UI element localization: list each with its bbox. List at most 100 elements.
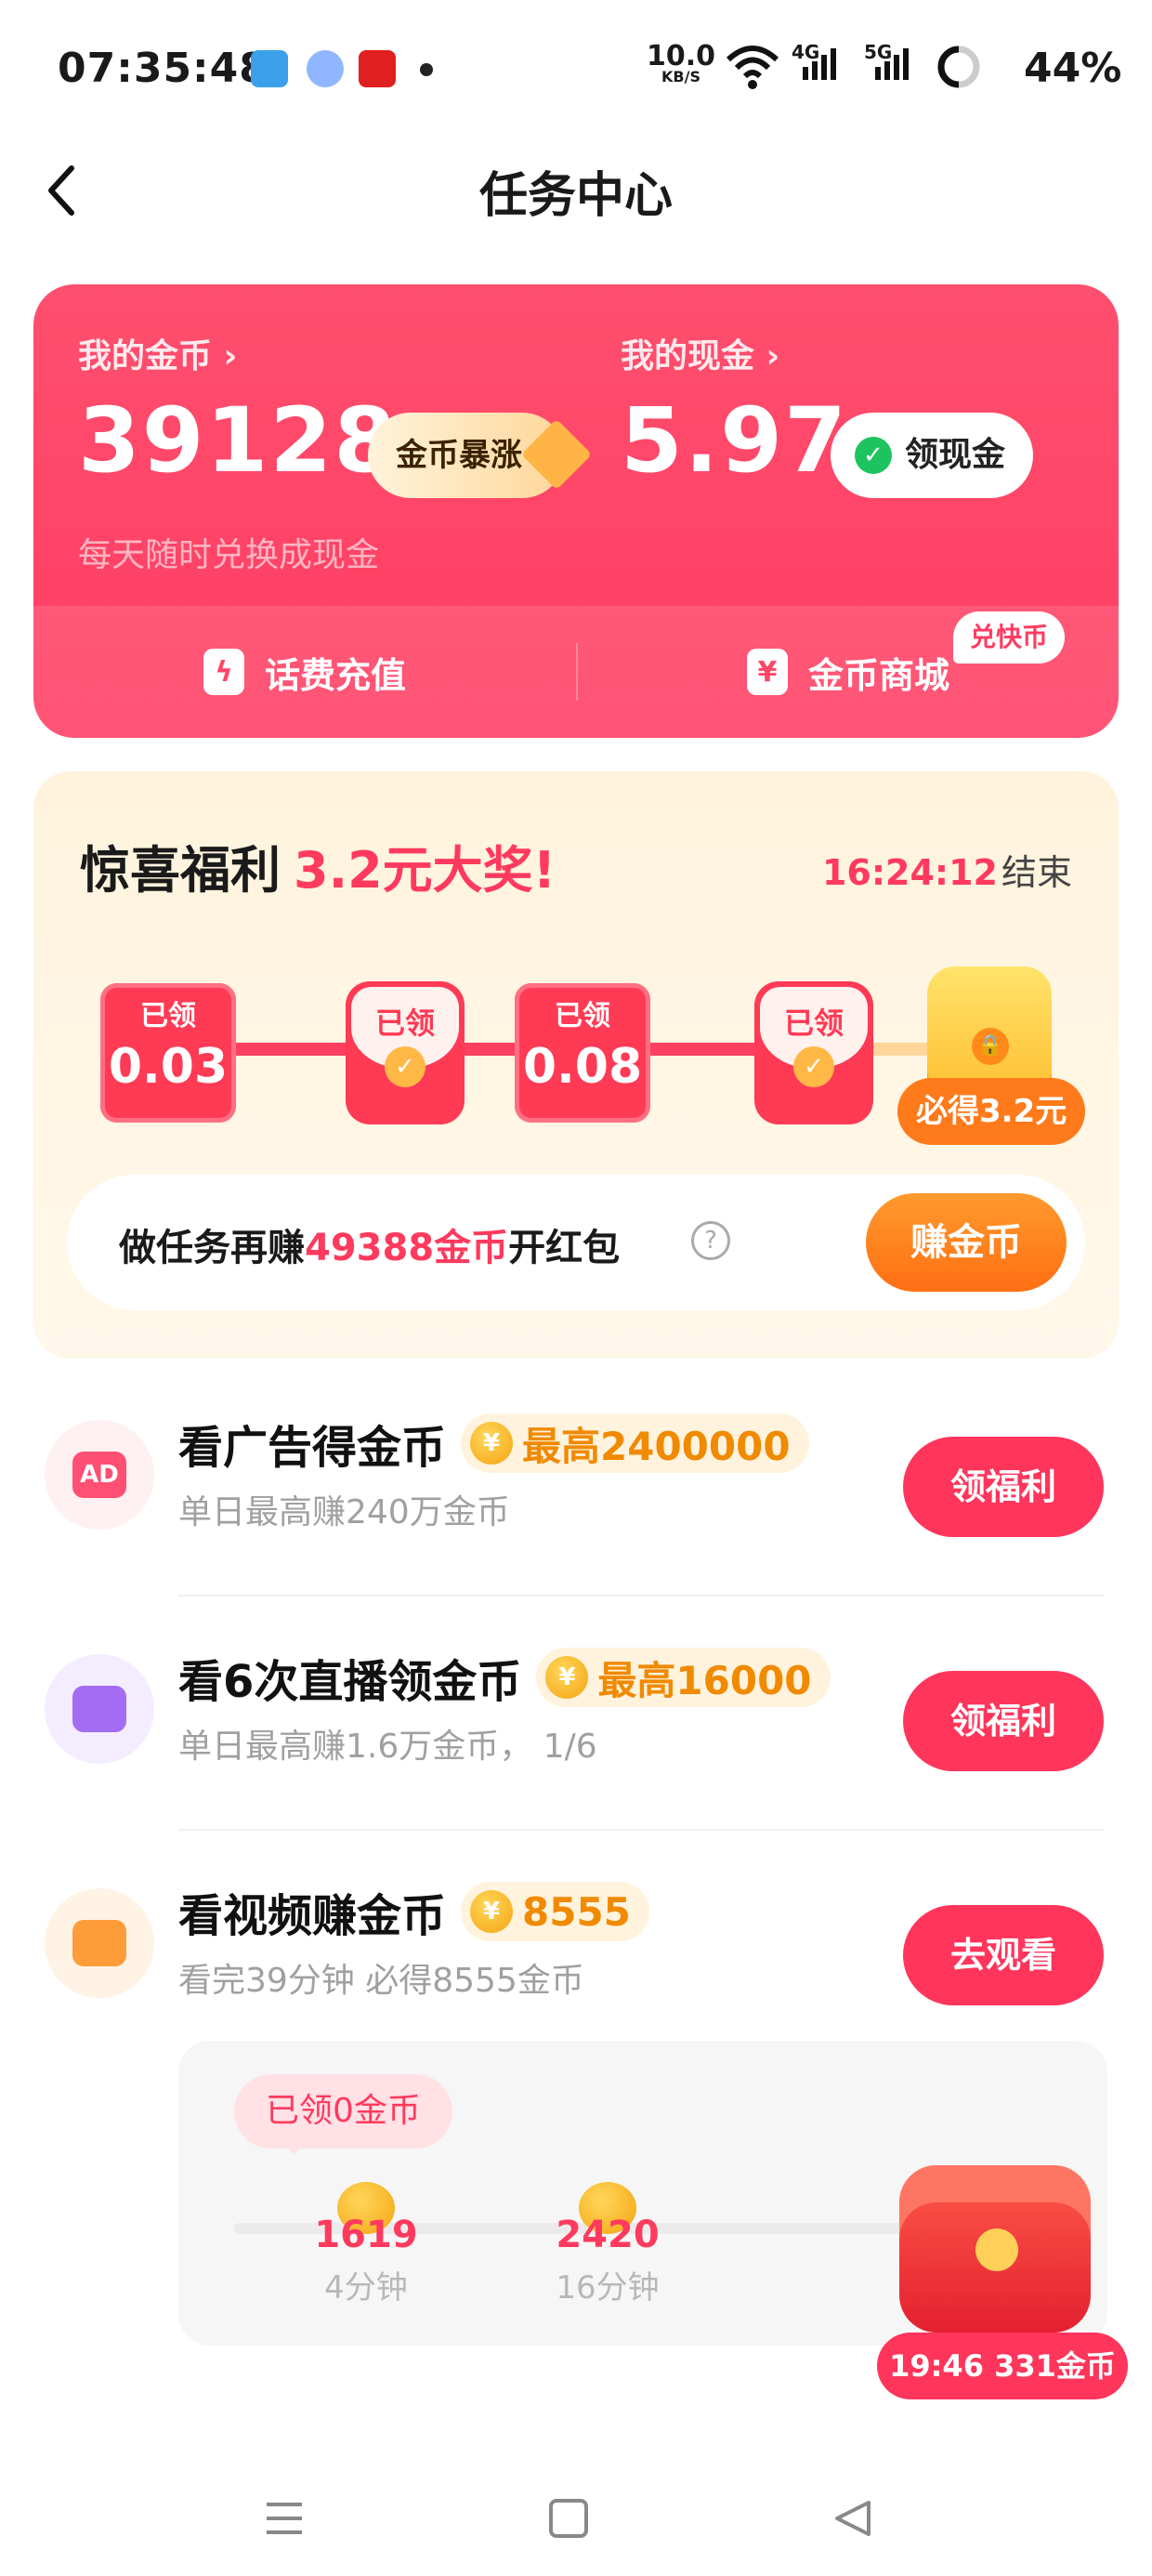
- my-coins-value: 39128: [78, 388, 398, 493]
- ad-icon: AD: [45, 1420, 154, 1530]
- coin-surge-label: 金币暴涨: [396, 437, 522, 474]
- task-title: 看广告得金币 ¥ 最高2400000: [178, 1411, 809, 1476]
- live-camera-icon: [45, 1654, 154, 1764]
- milestone-coins: 2420: [556, 2214, 660, 2256]
- task-title: 看视频赚金币 ¥ 8555: [178, 1879, 649, 1944]
- coin-surge-button[interactable]: 金币暴涨: [368, 413, 593, 498]
- red-packet-amount: 0.03: [108, 1039, 229, 1095]
- home-button[interactable]: [522, 2481, 615, 2556]
- claim-welfare-button[interactable]: 领福利: [903, 1437, 1104, 1537]
- video-camera-icon: [45, 1888, 154, 1998]
- received-coins-tag: 已领0金币: [234, 2074, 452, 2154]
- lock-icon: 🔒: [972, 1028, 1009, 1065]
- check-icon: ✓: [385, 1046, 425, 1087]
- battery-ring-icon: [937, 46, 980, 88]
- ticket-icon: ¥: [746, 649, 788, 695]
- my-coins-label: 我的金币 ›: [78, 337, 238, 375]
- milestone-1: 1619 4分钟: [292, 2182, 440, 2307]
- coin-icon: ¥: [470, 1422, 514, 1465]
- welfare-task-text: 做任务再赚49388金币开红包: [119, 1227, 621, 1269]
- phone-recharge-label: 话费充值: [264, 654, 406, 696]
- withdraw-cash-label: 领现金: [905, 436, 1006, 474]
- surprise-welfare-card: 惊喜福利 3.2元大奖! 16:24:12 结束 已领 0.03 已领 ✓ 已领 0…: [33, 771, 1119, 1359]
- kuaibi-tag: 兑快币: [952, 611, 1065, 664]
- reward-badge: ¥ 8555: [461, 1882, 649, 1941]
- my-coins[interactable]: 我的金币 › 39128: [78, 329, 398, 493]
- claim-welfare-button[interactable]: 领福利: [903, 1671, 1104, 1771]
- my-cash-label: 我的现金 ›: [621, 337, 780, 375]
- arrow-icon: [520, 418, 593, 491]
- chest-reward-tag: 19:46 331金币: [877, 2333, 1128, 2399]
- max-reward-value: 最高16000: [597, 1657, 812, 1703]
- coin-icon: [975, 2228, 1018, 2271]
- status-bar: 07:35:48 10.0 KB/S 4G 5G 44%: [0, 0, 1152, 139]
- welfare-title: 惊喜福利 3.2元大奖!: [80, 829, 556, 902]
- milestone-time: 4分钟: [324, 2269, 408, 2307]
- milestone-2: 2420 16分钟: [533, 2182, 682, 2307]
- square-icon: [549, 2499, 588, 2538]
- task-subtitle: 单日最高赚1.6万金币， 1/6: [178, 1728, 597, 1766]
- welfare-task-bar: 做任务再赚49388金币开红包 ? 赚金币: [67, 1175, 1085, 1310]
- red-packet-3[interactable]: 已领 0.08: [515, 983, 650, 1123]
- milestone-time: 16分钟: [556, 2269, 660, 2307]
- max-reward-badge: ¥ 最高16000: [536, 1648, 831, 1707]
- watch-video-button[interactable]: 去观看: [903, 1905, 1104, 2005]
- wechat-icon: ✓: [855, 437, 892, 474]
- app-icon: [307, 50, 344, 87]
- red-envelope-status: 已领: [783, 1005, 844, 1041]
- help-icon[interactable]: ?: [691, 1221, 730, 1260]
- red-packet-status: 已领: [555, 1000, 610, 1032]
- my-cash[interactable]: 我的现金 › 5.97: [621, 329, 848, 493]
- divider: [178, 1829, 1104, 1831]
- treasure-chest-icon[interactable]: [899, 2165, 1091, 2333]
- red-envelope-status: 已领: [374, 1005, 435, 1041]
- back-nav-button[interactable]: [806, 2481, 899, 2556]
- red-envelope-2[interactable]: 已领 ✓: [346, 981, 465, 1124]
- wallet-card: 我的金币 › 39128 金币暴涨 我的现金 › 5.97 ✓ 领现金 每天随时…: [33, 284, 1119, 738]
- guaranteed-reward-tag: 必得3.2元: [897, 1078, 1086, 1145]
- check-icon: ✓: [793, 1046, 834, 1087]
- red-packet-status: 已领: [140, 1000, 196, 1032]
- battery-percent: 44%: [1024, 45, 1122, 92]
- task-row-video: 看视频赚金币 ¥ 8555 看完39分钟 必得8555金币 去观看: [33, 1833, 1119, 2037]
- welfare-title-text: 惊喜福利: [80, 841, 281, 900]
- red-envelope-app-icon: [359, 50, 396, 87]
- telegram-app-icon: [251, 50, 288, 87]
- my-cash-value: 5.97: [621, 388, 848, 493]
- countdown-suffix: 结束: [1001, 852, 1072, 893]
- welfare-task-amount: 49388金币: [305, 1227, 509, 1269]
- coin-icon: ¥: [470, 1890, 514, 1933]
- wifi-icon: [726, 46, 779, 89]
- signal-5g-icon: 5G: [864, 41, 909, 80]
- reward-value: 8555: [522, 1888, 631, 1935]
- triangle-back-icon: [835, 2501, 871, 2536]
- max-reward-value: 最高2400000: [522, 1423, 791, 1469]
- earn-coins-button[interactable]: 赚金币: [866, 1193, 1067, 1292]
- task-subtitle: 单日最高赚240万金币: [178, 1493, 510, 1531]
- task-row-ads: AD 看广告得金币 ¥ 最高2400000 单日最高赚240万金币 领福利: [33, 1364, 1119, 1597]
- system-nav-bar: [0, 2453, 1152, 2576]
- more-notifications-icon: [420, 63, 433, 76]
- task-row-live: 看6次直播领金币 ¥ 最高16000 单日最高赚1.6万金币， 1/6 领福利: [33, 1598, 1119, 1831]
- red-packet-1[interactable]: 已领 0.03: [100, 983, 236, 1123]
- red-packet-amount: 0.08: [522, 1039, 643, 1095]
- red-envelope-4[interactable]: 已领 ✓: [754, 981, 873, 1124]
- menu-icon: [267, 2503, 302, 2534]
- withdraw-cash-button[interactable]: ✓ 领现金: [831, 413, 1034, 498]
- lightning-icon: ϟ: [203, 649, 244, 695]
- max-reward-badge: ¥ 最高2400000: [461, 1413, 809, 1473]
- signal-4g-icon: 4G: [792, 41, 836, 80]
- task-title: 看6次直播领金币 ¥ 最高16000: [178, 1645, 831, 1710]
- page-title: 任务中心: [478, 168, 673, 224]
- wallet-subtitle: 每天随时兑换成现金: [78, 536, 380, 574]
- welfare-prize: 3.2元大奖!: [294, 841, 556, 900]
- coin-icon: ¥: [545, 1656, 589, 1699]
- countdown-time: 16:24:12: [821, 852, 998, 893]
- coin-mall-label: 金币商城: [807, 654, 949, 696]
- net-speed: 10.0 KB/S: [647, 43, 715, 85]
- status-time: 07:35:48: [58, 45, 268, 92]
- divider: [178, 1595, 1104, 1597]
- phone-recharge-button[interactable]: ϟ 话费充值: [33, 606, 576, 738]
- menu-button[interactable]: [238, 2481, 331, 2556]
- welfare-countdown: 16:24:12 结束: [822, 844, 1072, 895]
